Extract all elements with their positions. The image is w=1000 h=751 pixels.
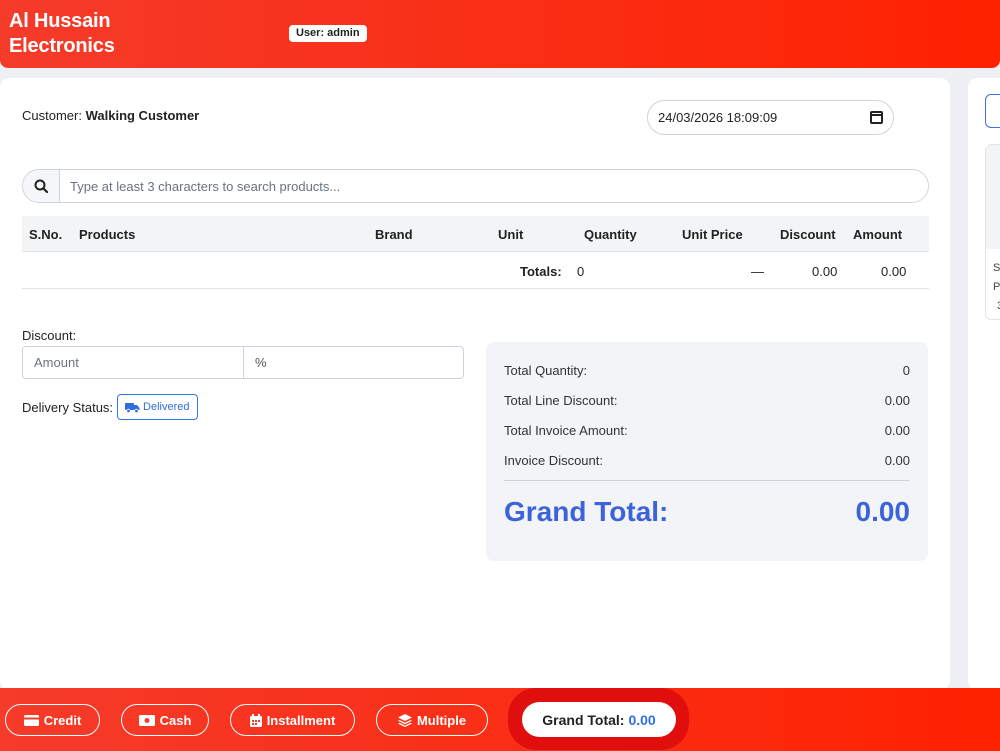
summary-total-line-discount: Total Line Discount: 0.00 — [504, 393, 910, 408]
summary-value: 0 — [902, 363, 910, 378]
summary-total-invoice-amount: Total Invoice Amount: 0.00 — [504, 423, 910, 438]
user-badge: User: admin — [289, 25, 367, 42]
delivered-label: Delivered — [143, 401, 190, 413]
customer-line: Customer: Walking Customer — [22, 108, 199, 123]
credit-button[interactable]: Credit — [5, 704, 100, 736]
totals-amount: 0.00 — [881, 264, 907, 279]
summary-total-quantity: Total Quantity: 0 — [504, 363, 910, 378]
money-bill-icon — [138, 714, 155, 726]
summary-divider — [504, 480, 910, 481]
discount-input-group: Amount % — [22, 346, 464, 379]
cash-label: Cash — [159, 712, 192, 728]
col-products: Products — [79, 227, 136, 242]
multiple-button[interactable]: Multiple — [376, 704, 488, 736]
credit-label: Credit — [43, 712, 82, 728]
delivery-status: Delivery Status: Delivered — [22, 394, 198, 420]
layers-icon — [397, 713, 412, 727]
payment-footer: Credit Cash Installment Multiple Grand T… — [0, 688, 1000, 751]
invoice-datetime-input[interactable]: 24/03/2026 18:09:09 — [647, 100, 894, 135]
grand-total-label: Grand Total: — [504, 496, 669, 527]
products-table-header: S.No. Products Brand Unit Quantity Unit … — [22, 216, 929, 252]
product-card[interactable]: S P 3 — [985, 144, 1000, 320]
totals-unit-price: — — [751, 264, 764, 279]
summary-value: 0.00 — [884, 393, 910, 408]
installment-label: Installment — [266, 712, 336, 728]
grand-total-value: 0.00 — [855, 496, 911, 527]
col-sno: S.No. — [29, 227, 63, 242]
col-discount: Discount — [780, 227, 836, 242]
side-panel-button[interactable] — [985, 94, 1000, 128]
credit-card-icon — [23, 714, 39, 726]
summary-label: Invoice Discount: — [504, 453, 603, 468]
delivery-status-label: Delivery Status: — [22, 399, 114, 415]
product-search — [22, 169, 929, 203]
brand-line-1: Al Hussain — [9, 10, 111, 32]
product-image — [986, 145, 1000, 249]
totals-summary: Total Quantity: 0 Total Line Discount: 0… — [486, 342, 928, 561]
brand-title: Al Hussain Electronics — [9, 9, 115, 59]
products-table-totals: Totals: 0 — 0.00 0.00 — [22, 252, 929, 289]
calendar-icon[interactable] — [870, 111, 883, 124]
discount-amount-input[interactable]: Amount — [23, 347, 244, 378]
col-brand: Brand — [375, 227, 413, 242]
customer-name[interactable]: Walking Customer — [86, 108, 200, 123]
footer-grand-total-value: 0.00 — [628, 711, 656, 728]
summary-label: Total Quantity: — [504, 363, 588, 378]
datetime-value: 24/03/2026 18:09:09 — [658, 110, 778, 125]
summary-label: Total Line Discount: — [504, 393, 618, 408]
cash-button[interactable]: Cash — [121, 704, 209, 736]
multiple-label: Multiple — [416, 712, 467, 728]
calendar-icon — [249, 713, 262, 727]
search-icon — [34, 179, 48, 193]
search-button[interactable] — [23, 170, 60, 202]
search-input[interactable] — [60, 170, 928, 202]
totals-quantity: 0 — [577, 264, 585, 279]
installment-button[interactable]: Installment — [230, 704, 355, 736]
col-unit-price: Unit Price — [682, 227, 743, 242]
footer-grand-total: Grand Total: 0.00 — [522, 702, 676, 737]
discount-label: Discount: — [22, 328, 77, 343]
totals-discount: 0.00 — [812, 264, 838, 279]
product-card-text: S P 3 — [993, 262, 1000, 312]
grand-total: Grand Total: 0.00 — [504, 496, 910, 528]
delivered-button[interactable]: Delivered — [117, 394, 198, 420]
col-quantity: Quantity — [584, 227, 637, 242]
footer-grand-total-label: Grand Total: — [542, 711, 625, 728]
totals-label: Totals: — [520, 264, 562, 279]
truck-icon — [125, 402, 140, 413]
col-unit: Unit — [498, 227, 524, 242]
summary-invoice-discount: Invoice Discount: 0.00 — [504, 453, 910, 468]
summary-label: Total Invoice Amount: — [504, 423, 628, 438]
col-amount: Amount — [853, 227, 903, 242]
summary-value: 0.00 — [884, 453, 910, 468]
customer-label: Customer: — [22, 108, 82, 123]
discount-percent-input[interactable]: % — [244, 347, 463, 378]
app-header: Al Hussain Electronics User: admin — [0, 0, 1000, 68]
brand-line-2: Electronics — [9, 35, 115, 57]
side-panel: S P 3 — [968, 78, 1000, 690]
summary-value: 0.00 — [884, 423, 910, 438]
